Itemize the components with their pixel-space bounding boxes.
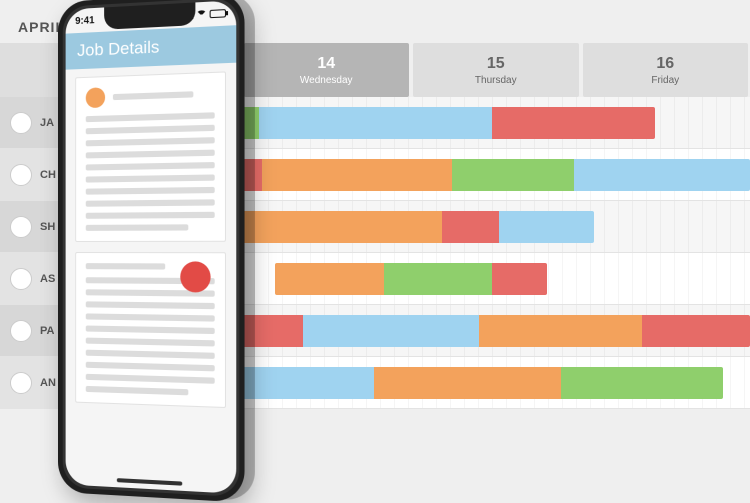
gantt-segment[interactable] <box>642 315 750 347</box>
gantt-segment[interactable] <box>275 263 383 295</box>
phone-body: 9:41 Job Details <box>58 0 245 503</box>
gantt-segment[interactable] <box>561 367 723 399</box>
avatar <box>10 372 32 394</box>
text-line-stub <box>86 301 215 309</box>
text-line-stub <box>86 112 215 122</box>
text-line-stub <box>86 174 215 182</box>
row-name: AS <box>40 273 55 285</box>
gantt-segment[interactable] <box>442 211 499 243</box>
avatar <box>10 320 32 342</box>
row-name: SH <box>40 221 55 233</box>
day-name: Thursday <box>475 75 517 86</box>
text-line-stub <box>86 187 215 195</box>
text-line-stub <box>86 150 215 159</box>
job-card[interactable] <box>75 71 226 242</box>
gantt-segment[interactable] <box>499 211 594 243</box>
day-number: 16 <box>656 55 674 73</box>
text-line-stub <box>86 374 215 384</box>
job-card[interactable] <box>75 252 226 408</box>
status-dot <box>180 261 210 292</box>
avatar <box>10 216 32 238</box>
day-column[interactable]: 16 Friday <box>583 43 749 97</box>
avatar <box>10 164 32 186</box>
row-name: AN <box>40 377 56 389</box>
gantt-segment[interactable] <box>574 159 750 191</box>
row-name: CH <box>40 169 56 181</box>
phone-notch <box>104 2 195 29</box>
day-name: Friday <box>651 75 679 86</box>
gantt-segment[interactable] <box>492 107 655 139</box>
status-time: 9:41 <box>75 15 94 27</box>
row-name: JA <box>40 117 54 129</box>
day-column[interactable]: 14 Wednesday <box>244 43 410 97</box>
text-line-stub <box>86 199 215 206</box>
text-line-stub <box>86 313 215 321</box>
app-title: Job Details <box>77 37 159 61</box>
gantt-segment[interactable] <box>243 211 442 243</box>
gantt-segment[interactable] <box>374 367 561 399</box>
text-line-stub <box>86 162 215 170</box>
phone-screen: 9:41 Job Details <box>66 0 237 494</box>
avatar <box>10 112 32 134</box>
text-line-stub <box>86 362 215 372</box>
text-line-stub <box>86 386 189 395</box>
day-number: 14 <box>317 55 335 73</box>
day-name: Wednesday <box>300 75 353 86</box>
gantt-segment[interactable] <box>303 315 479 347</box>
card-title-stub <box>113 91 193 100</box>
gantt-segment[interactable] <box>259 107 492 139</box>
gantt-segment[interactable] <box>479 315 642 347</box>
phone-mockup: 9:41 Job Details <box>58 0 245 503</box>
text-line-stub <box>86 212 215 219</box>
wifi-icon <box>196 10 206 19</box>
gantt-segment[interactable] <box>452 159 574 191</box>
text-line-stub <box>86 350 215 359</box>
text-line-stub <box>86 125 215 135</box>
gantt-bar[interactable] <box>275 263 546 295</box>
app-body[interactable] <box>66 63 237 494</box>
text-line-stub <box>86 224 189 231</box>
text-line-stub <box>86 137 215 146</box>
gantt-segment[interactable] <box>492 263 546 295</box>
status-dot <box>86 87 105 108</box>
row-name: PA <box>40 325 54 337</box>
day-number: 15 <box>487 55 505 73</box>
avatar <box>10 268 32 290</box>
gantt-segment[interactable] <box>384 263 492 295</box>
text-line-stub <box>86 326 215 335</box>
card-title-stub <box>86 263 165 269</box>
battery-icon <box>210 9 226 18</box>
gantt-segment[interactable] <box>262 159 452 191</box>
day-column[interactable]: 15 Thursday <box>413 43 579 97</box>
text-line-stub <box>86 338 215 347</box>
